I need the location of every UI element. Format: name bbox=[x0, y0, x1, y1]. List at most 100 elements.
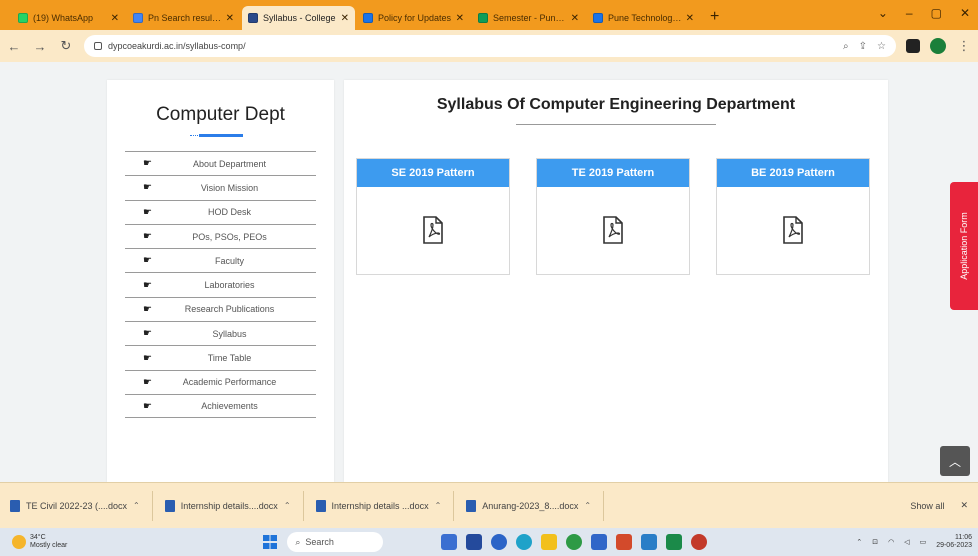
taskbar-search-placeholder: Search bbox=[305, 537, 334, 547]
cortana-icon[interactable] bbox=[491, 534, 508, 550]
browser-tab[interactable]: Pune Technologies ✕ bbox=[587, 6, 700, 30]
new-tab-button[interactable]: + bbox=[702, 8, 727, 30]
chevron-up-icon[interactable]: ⌃ bbox=[435, 501, 442, 510]
pointing-hand-icon: ☛ bbox=[143, 231, 152, 243]
profile-avatar[interactable] bbox=[930, 38, 946, 54]
sidebar-item[interactable]: ☛ HOD Desk bbox=[125, 199, 316, 224]
paint-icon[interactable] bbox=[616, 534, 633, 550]
download-item[interactable]: Internship details....docx ⌃ bbox=[164, 490, 304, 521]
pointing-hand-icon: ☛ bbox=[143, 182, 152, 194]
network-icon[interactable]: ⊡ bbox=[872, 538, 878, 546]
syllabus-card[interactable]: SE 2019 Pattern bbox=[356, 158, 510, 275]
browser-tab[interactable]: Semester - Pune Ne ✕ bbox=[472, 6, 585, 30]
maximize-icon[interactable]: ▢ bbox=[931, 6, 942, 20]
tab-close-icon[interactable]: ✕ bbox=[341, 13, 349, 24]
minimize-icon[interactable]: – bbox=[906, 6, 913, 20]
sidebar-item[interactable]: ☛ Syllabus bbox=[125, 321, 316, 345]
tab-close-icon[interactable]: ✕ bbox=[226, 13, 234, 24]
chrome-icon[interactable] bbox=[566, 534, 583, 550]
clock[interactable]: 11:06 29-06-2023 bbox=[936, 534, 972, 550]
syllabus-card[interactable]: BE 2019 Pattern bbox=[716, 158, 870, 275]
file-explorer-icon[interactable] bbox=[441, 534, 458, 550]
download-list: TE Civil 2022-23 (....docx ⌃ Internship de… bbox=[10, 490, 616, 521]
sidebar-title: Computer Dept bbox=[156, 104, 285, 125]
sidebar-item[interactable]: ☛ Research Publications bbox=[125, 296, 316, 321]
sidebar-item[interactable]: ☛ About Department bbox=[125, 151, 316, 175]
tab-close-icon[interactable]: ✕ bbox=[456, 13, 464, 24]
zoom-icon[interactable]: ⌕ bbox=[843, 41, 849, 52]
syllabus-card[interactable]: TE 2019 Pattern bbox=[536, 158, 690, 275]
windows-start-icon[interactable] bbox=[263, 535, 278, 549]
syllabus-card-list: SE 2019 Pattern TE 2019 Pattern BE 2019 Pa… bbox=[356, 158, 870, 275]
photos-icon[interactable] bbox=[641, 534, 658, 550]
pointing-hand-icon: ☛ bbox=[143, 255, 152, 267]
application-form-label: Application Form bbox=[959, 212, 969, 280]
word-icon[interactable] bbox=[466, 534, 483, 550]
sidebar-item[interactable]: ☛ Vision Mission bbox=[125, 175, 316, 199]
close-window-icon[interactable]: ✕ bbox=[960, 6, 970, 20]
excel-icon[interactable] bbox=[666, 534, 683, 550]
browser-tab[interactable]: Pn Search results - p ✕ bbox=[127, 6, 240, 30]
tab-search-icon[interactable]: ⌄ bbox=[878, 6, 888, 20]
download-item[interactable]: Anurang-2023_8....docx ⌃ bbox=[466, 490, 605, 521]
store-icon[interactable] bbox=[591, 534, 608, 550]
sidebar-item[interactable]: ☛ Laboratories bbox=[125, 272, 316, 296]
sidebar-item[interactable]: ☛ Time Table bbox=[125, 345, 316, 369]
tab-close-icon[interactable]: ✕ bbox=[571, 13, 579, 24]
download-item[interactable]: Internship details ...docx ⌃ bbox=[315, 490, 455, 521]
browser-tab[interactable]: (19) WhatsApp ✕ bbox=[12, 6, 125, 30]
edge-icon[interactable] bbox=[516, 534, 533, 550]
download-item[interactable]: TE Civil 2022-23 (....docx ⌃ bbox=[10, 490, 153, 521]
browser-tab[interactable]: Policy for Updates ✕ bbox=[357, 6, 470, 30]
card-header[interactable]: SE 2019 Pattern bbox=[357, 159, 509, 187]
chevron-up-icon[interactable]: ⌃ bbox=[133, 501, 140, 510]
folder-icon[interactable] bbox=[541, 534, 558, 550]
card-body[interactable] bbox=[357, 187, 509, 275]
sidebar-item[interactable]: ☛ Academic Performance bbox=[125, 369, 316, 394]
weather-widget[interactable]: 34°C Mostly clear bbox=[12, 534, 67, 550]
sidebar-item[interactable]: ☛ POs, PSOs, PEOs bbox=[125, 223, 316, 248]
application-form-tab[interactable]: Application Form bbox=[950, 182, 978, 310]
battery-icon[interactable]: ▭ bbox=[920, 538, 927, 546]
forward-icon[interactable]: → bbox=[32, 39, 48, 54]
sidebar-item-label: HOD Desk bbox=[207, 207, 251, 218]
sidebar-item[interactable]: ☛ Faculty bbox=[125, 248, 316, 272]
tab-close-icon[interactable]: ✕ bbox=[686, 13, 694, 24]
card-body[interactable] bbox=[717, 187, 869, 275]
tab-title: (19) WhatsApp bbox=[33, 13, 94, 23]
bookmark-star-icon[interactable]: ☆ bbox=[877, 41, 886, 52]
page-viewport: Computer Dept ☛ About Department ☛ Vision M… bbox=[0, 62, 978, 482]
wifi-icon[interactable]: ◠ bbox=[888, 538, 894, 546]
scroll-to-top-button[interactable]: ︿ bbox=[940, 446, 970, 476]
tab-title: Policy for Updates bbox=[378, 13, 452, 23]
system-tray: ⌃ ⊡ ◠ ◁ ▭ 11:06 29-06-2023 bbox=[856, 534, 978, 550]
share-icon[interactable]: ⇪ bbox=[859, 41, 867, 52]
clock-time: 11:06 bbox=[955, 534, 972, 541]
weather-desc: Mostly clear bbox=[30, 542, 68, 549]
chevron-up-icon[interactable]: ⌃ bbox=[584, 501, 591, 510]
sidebar-item[interactable]: ☛ Achievements bbox=[125, 393, 316, 419]
card-body[interactable] bbox=[537, 187, 689, 275]
close-download-bar-icon[interactable]: ✕ bbox=[960, 500, 968, 511]
media-icon[interactable] bbox=[691, 534, 708, 550]
taskbar-search[interactable]: ⌕ Search bbox=[287, 532, 384, 552]
menu-dots-icon[interactable]: ⋮ bbox=[956, 38, 972, 54]
pdf-file-icon[interactable] bbox=[422, 215, 444, 247]
card-header[interactable]: TE 2019 Pattern bbox=[537, 159, 689, 187]
tray-chevron-icon[interactable]: ⌃ bbox=[856, 538, 862, 546]
back-icon[interactable]: ← bbox=[6, 39, 22, 54]
volume-icon[interactable]: ◁ bbox=[904, 538, 909, 546]
lock-icon[interactable] bbox=[94, 42, 102, 50]
browser-tab[interactable]: Syllabus - College ✕ bbox=[242, 6, 355, 30]
address-bar[interactable]: dypcoeakurdi.ac.in/syllabus-comp/ ⌕ ⇪ ☆ bbox=[84, 35, 896, 57]
pdf-file-icon[interactable] bbox=[782, 215, 804, 247]
card-header[interactable]: BE 2019 Pattern bbox=[717, 159, 869, 187]
chevron-up-icon: ︿ bbox=[948, 454, 961, 469]
extension-icon[interactable] bbox=[906, 39, 920, 53]
reload-icon[interactable]: ↻ bbox=[58, 38, 74, 54]
tab-close-icon[interactable]: ✕ bbox=[111, 13, 119, 24]
browser-toolbar: ← → ↻ dypcoeakurdi.ac.in/syllabus-comp/ … bbox=[0, 30, 978, 62]
show-all-button[interactable]: Show all bbox=[910, 501, 944, 511]
chevron-up-icon[interactable]: ⌃ bbox=[284, 501, 291, 510]
pdf-file-icon[interactable] bbox=[602, 215, 624, 247]
